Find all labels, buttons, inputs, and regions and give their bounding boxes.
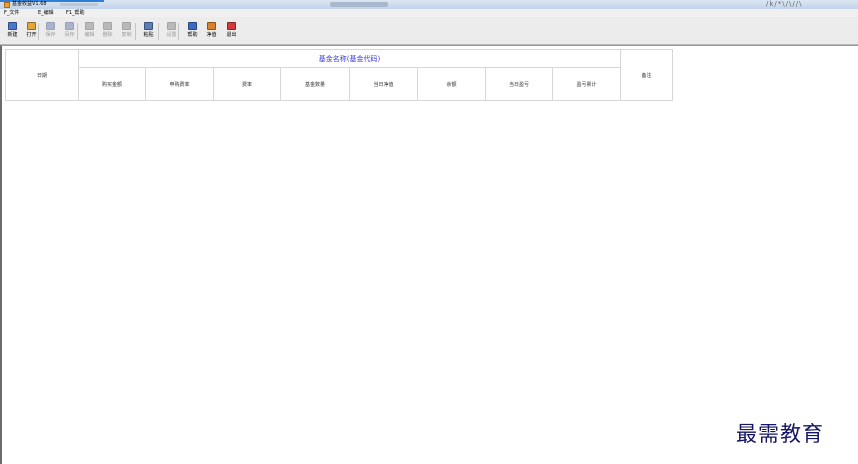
column-header: 当日盈亏 <box>485 67 553 101</box>
toolbar-button-label: 粘贴 <box>143 32 154 38</box>
toolbar-button-9[interactable]: 帮助 <box>186 22 199 42</box>
corner-text: /k/*\/\//\ <box>766 0 803 8</box>
toolbar-button-3[interactable]: 另存 <box>63 22 76 42</box>
watermark: 最需教育 <box>736 422 824 446</box>
toolbar-button-label: 删除 <box>102 32 113 38</box>
toolbar: 新建 打开保存 另存 编辑 删除 复制 粘贴 设置帮助 净值 退出 <box>0 17 858 45</box>
fund-name-header: 基金名称(基金代码) <box>78 49 621 68</box>
save-as-icon <box>65 22 74 30</box>
exit-icon <box>227 22 236 30</box>
save-icon <box>46 22 55 30</box>
toolbar-separator <box>38 23 39 40</box>
column-header: 当日净值 <box>349 67 418 101</box>
edit-icon <box>85 22 94 30</box>
toolbar-button-label: 退出 <box>226 32 237 38</box>
column-header: 购买金额 <box>78 67 146 101</box>
toolbar-separator <box>178 23 179 40</box>
toolbar-button-2[interactable]: 保存 <box>44 22 57 42</box>
toolbar-button-label: 编辑 <box>84 32 95 38</box>
toolbar-separator <box>135 23 136 40</box>
toolbar-button-10[interactable]: 净值 <box>205 22 218 42</box>
menu-file[interactable]: F_文件 <box>4 9 19 17</box>
toolbar-button-5[interactable]: 删除 <box>101 22 114 42</box>
paste-icon <box>144 22 153 30</box>
toolbar-button-label: 新建 <box>7 32 18 38</box>
toolbar-button-11[interactable]: 退出 <box>225 22 238 42</box>
toolbar-separator <box>77 23 78 40</box>
open-folder-icon <box>27 22 36 30</box>
copy-icon <box>122 22 131 30</box>
toolbar-button-label: 保存 <box>45 32 56 38</box>
toolbar-separator <box>158 23 159 40</box>
settings-icon <box>167 22 176 30</box>
toolbar-button-1[interactable]: 打开 <box>25 22 38 42</box>
toolbar-button-label: 另存 <box>64 32 75 38</box>
toolbar-button-6[interactable]: 复制 <box>120 22 133 42</box>
toolbar-button-label: 复制 <box>121 32 132 38</box>
title-bar: 基金收益V1.68 /k/*\/\//\ <box>0 0 858 9</box>
menu-bar: F_文件 E_编辑 F1_帮助 <box>0 9 858 17</box>
new-file-icon <box>8 22 17 30</box>
menu-help[interactable]: F1_帮助 <box>66 9 85 17</box>
date-header: 日期 <box>5 49 79 101</box>
delete-icon <box>103 22 112 30</box>
toolbar-button-label: 帮助 <box>187 32 198 38</box>
column-header: 余额 <box>417 67 486 101</box>
toolbar-button-4[interactable]: 编辑 <box>83 22 96 42</box>
app-icon <box>4 2 10 8</box>
help-book-icon <box>188 22 197 30</box>
column-header: 基金数量 <box>280 67 350 101</box>
toolbar-button-7[interactable]: 粘贴 <box>142 22 155 42</box>
column-header: 费率 <box>213 67 281 101</box>
menu-edit[interactable]: E_编辑 <box>38 9 54 17</box>
flag-icon <box>207 22 216 30</box>
toolbar-button-0[interactable]: 新建 <box>6 22 19 42</box>
window-title: 基金收益V1.68 <box>12 1 47 7</box>
column-header: 申购费率 <box>145 67 214 101</box>
content-area <box>0 45 858 464</box>
toolbar-button-8[interactable]: 设置 <box>165 22 178 42</box>
fund-table: 日期 基金名称(基金代码) 备注 购买金额 申购费率 费率 基金数量 当日净值 余额 当日盈… <box>5 49 673 101</box>
title-blur-text <box>60 3 98 6</box>
note-header: 备注 <box>620 49 673 101</box>
column-header: 盈亏累计 <box>552 67 621 101</box>
toolbar-button-label: 净值 <box>206 32 217 38</box>
title-search-box <box>330 2 388 7</box>
